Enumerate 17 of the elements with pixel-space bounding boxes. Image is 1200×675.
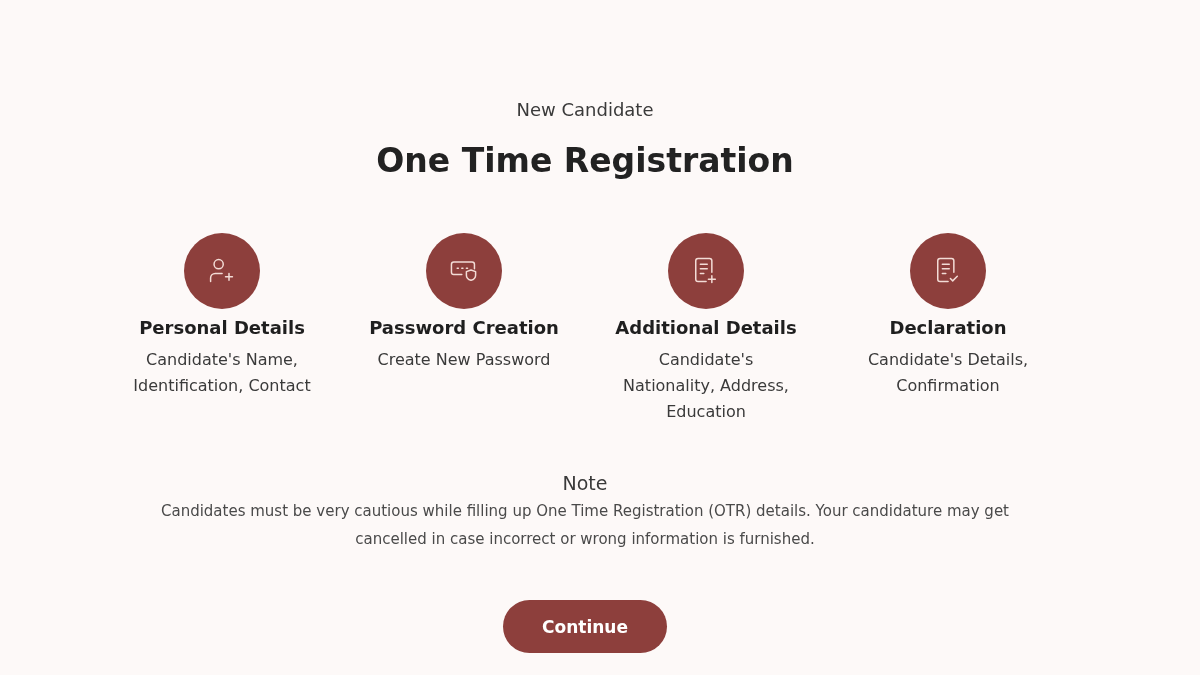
page-subtitle: New Candidate: [516, 98, 654, 122]
password-shield-icon: [426, 233, 502, 309]
continue-button[interactable]: Continue: [503, 600, 667, 653]
step-title: Declaration: [889, 316, 1007, 340]
page-title: One Time Registration: [376, 140, 794, 182]
note-heading: Note: [562, 471, 608, 495]
step-description: Candidate's Nationality, Address, Education: [622, 349, 790, 423]
document-check-icon: [910, 233, 986, 309]
step-title: Additional Details: [615, 316, 797, 340]
step-description: Create New Password: [376, 349, 552, 371]
step-title: Password Creation: [369, 316, 559, 340]
step-description: Candidate's Details, Confirmation: [866, 349, 1030, 397]
document-plus-icon: [668, 233, 744, 309]
step-description: Candidate's Name, Identification, Contact: [132, 349, 312, 397]
step-title: Personal Details: [139, 316, 305, 340]
note-text: Candidates must be very cautious while filling up One Time Registration (OTR) details. Your candidature may get cancelled in case incorrect or wrong information is furnished.: [160, 501, 1010, 550]
person-plus-icon: [184, 233, 260, 309]
